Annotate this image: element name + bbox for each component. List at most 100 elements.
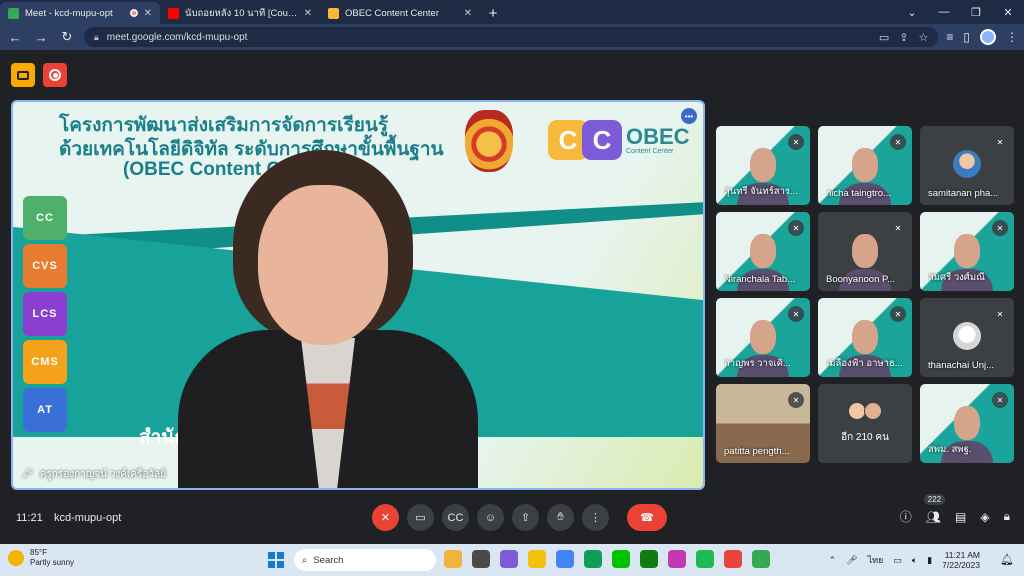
system-tray: ⌃ 🎤︎ ไทย ▭ 🔈︎ ▮ 11:21 AM 7/22/2023 (829, 550, 980, 570)
minimize-icon[interactable]: — (928, 0, 960, 24)
xbox-icon[interactable] (640, 550, 658, 568)
host-controls-icon[interactable]: 🔒︎ (1004, 509, 1010, 524)
raise-hand-button[interactable]: ✋︎ (547, 504, 574, 531)
main-video-tile[interactable]: โครงการพัฒนาส่งเสริมการจัดการเรียนรู้ ด้… (11, 100, 705, 490)
leave-call-button[interactable]: ☎︎ (627, 504, 667, 531)
participant-face (852, 320, 878, 354)
participant-tile[interactable]: ✕ สพม. สพฐ. (920, 384, 1014, 463)
weather-widget[interactable]: 85°F Partly sunny (8, 548, 74, 568)
taskbar-search[interactable]: ⌕ Search (294, 549, 436, 571)
restore-icon[interactable]: ❐ (960, 0, 992, 24)
activities-icon[interactable]: ◈ (980, 510, 989, 524)
participant-tile[interactable]: ✕ nicha taingtro... (818, 126, 912, 205)
notification-icon[interactable]: 🔔︎ (1000, 553, 1014, 566)
share-icon[interactable]: ⇪ (899, 31, 908, 44)
participant-tile[interactable]: ✕ patitta pength... (716, 384, 810, 463)
app-icon[interactable] (668, 550, 686, 568)
mic-off-icon: ✕ (992, 392, 1008, 408)
cc-logo-box: C (582, 120, 622, 160)
weather-condition: Partly sunny (30, 558, 75, 567)
info-icon[interactable]: ⓘ (900, 508, 912, 525)
task-view-icon[interactable] (472, 550, 490, 568)
search-icon: ⌕ (302, 554, 308, 566)
present-button[interactable]: ⇧ (512, 504, 539, 531)
pin-icon[interactable]: 📌︎ (21, 469, 34, 480)
tab-youtube[interactable]: นับถอยหลัง 10 นาที [Countdown 10 ✕ (160, 2, 320, 24)
obec-icon (328, 7, 339, 19)
participant-tile[interactable]: ✕ Boonyanoon P... (818, 212, 912, 291)
meeting-code: kcd-mupu-opt (54, 512, 122, 524)
participant-face (954, 234, 980, 268)
obec-content-center-logo: C C OBEC Content Center (548, 120, 690, 160)
presenter-face (258, 185, 388, 345)
participant-tile[interactable]: ✕ Niranchala Tab... (716, 212, 810, 291)
reload-icon[interactable]: ↻ (58, 29, 76, 45)
chat-icon[interactable]: ▤ (955, 510, 966, 524)
address-bar[interactable]: 🔒︎ meet.google.com/kcd-mupu-opt ▭ ⇪ ☆ (84, 27, 939, 47)
tab-title: OBEC Content Center (345, 7, 439, 19)
call-controls: ✕ ▭ CC ☺ ⇧ ✋︎ ⋮ ☎︎ (372, 504, 667, 531)
chrome-profile-icon[interactable] (724, 550, 742, 568)
participant-name: สมศรี วงศ์มณี (928, 272, 985, 283)
edge-icon[interactable] (584, 550, 602, 568)
more-options-button[interactable]: ⋮ (582, 504, 609, 531)
new-tab-button[interactable]: + (480, 2, 506, 24)
recording-badge[interactable] (43, 63, 67, 87)
forward-icon[interactable]: → (32, 30, 50, 45)
file-explorer-icon[interactable] (444, 550, 462, 568)
profile-avatar[interactable] (980, 29, 996, 45)
window-close-icon[interactable]: ✕ (992, 0, 1024, 24)
start-button[interactable] (268, 552, 284, 568)
windows-logo-icon (277, 561, 284, 568)
camera-button[interactable]: ▭ (407, 504, 434, 531)
meeting-side-controls: ⓘ 222 👥︎ ▤ ◈ 🔒︎ (900, 493, 1010, 525)
battery-icon[interactable]: ▮ (927, 555, 932, 566)
people-count-badge: 222 (923, 493, 946, 505)
tab-search-icon[interactable]: ⌄ (896, 0, 928, 24)
chrome-icon[interactable] (556, 550, 574, 568)
close-icon[interactable]: ✕ (144, 8, 152, 19)
at-app-icon: AT (23, 388, 67, 432)
camera-off-badge[interactable] (11, 63, 35, 87)
back-icon[interactable]: ← (6, 30, 24, 45)
taskbar-clock[interactable]: 11:21 AM 7/22/2023 (942, 550, 980, 570)
participant-tile[interactable]: ✕ สุนทรี จันทร์สาร... (716, 126, 810, 205)
camera-icon[interactable]: ▭ (879, 31, 889, 44)
participant-tile[interactable]: ✕ กาญพร วาจเคิ... (716, 298, 810, 377)
participant-tile[interactable]: ✕ เมลืองฟ้า อาษาธ... (818, 298, 912, 377)
volume-icon[interactable]: 🔈︎ (912, 555, 917, 566)
more-options-icon[interactable]: ••• (681, 108, 697, 124)
side-panel-icon[interactable]: ▯ (963, 30, 970, 44)
mic-off-button[interactable]: ✕ (372, 504, 399, 531)
close-icon[interactable]: ✕ (304, 8, 312, 19)
teams-icon[interactable] (500, 550, 518, 568)
people-button[interactable]: 222 👥︎ (923, 493, 946, 524)
line-icon[interactable] (612, 550, 630, 568)
video-off-icon (17, 70, 29, 80)
tab-obec[interactable]: OBEC Content Center ✕ (320, 2, 480, 24)
participant-tile[interactable]: ✕ thanachai Unj... (920, 298, 1014, 377)
language-indicator[interactable]: ไทย (868, 553, 884, 567)
tab-meet[interactable]: Meet - kcd-mupu-opt ✕ (0, 2, 160, 24)
chrome-active-icon[interactable] (752, 550, 770, 568)
others-avatars (818, 402, 912, 420)
spotify-icon[interactable] (696, 550, 714, 568)
network-icon[interactable]: ▭ (893, 555, 902, 566)
participant-tile[interactable]: ✕ samitanan pha... (920, 126, 1014, 205)
chevron-up-icon[interactable]: ⌃ (829, 555, 837, 566)
menu-icon[interactable]: ⋮ (1006, 30, 1018, 44)
captions-button[interactable]: CC (442, 504, 469, 531)
mic-off-icon: ✕ (788, 134, 804, 150)
presenter-name: ครูกรองกาญจน์ วงค์เครือวัลย์ (39, 469, 167, 480)
participant-tile[interactable]: ✕ สมศรี วงศ์มณี (920, 212, 1014, 291)
toolbar-right: ≡ ▯ ⋮ (946, 29, 1018, 45)
media-control-icon[interactable]: ≡ (946, 30, 953, 44)
bookmark-star-icon[interactable]: ☆ (919, 31, 929, 44)
taskbar-apps (444, 550, 770, 568)
windows-logo-icon (268, 552, 275, 559)
microphone-icon[interactable]: 🎤︎ (846, 555, 857, 566)
others-tile[interactable]: อีก 210 คน (818, 384, 912, 463)
emoji-button[interactable]: ☺ (477, 504, 504, 531)
close-icon[interactable]: ✕ (464, 8, 472, 19)
folder-icon[interactable] (528, 550, 546, 568)
